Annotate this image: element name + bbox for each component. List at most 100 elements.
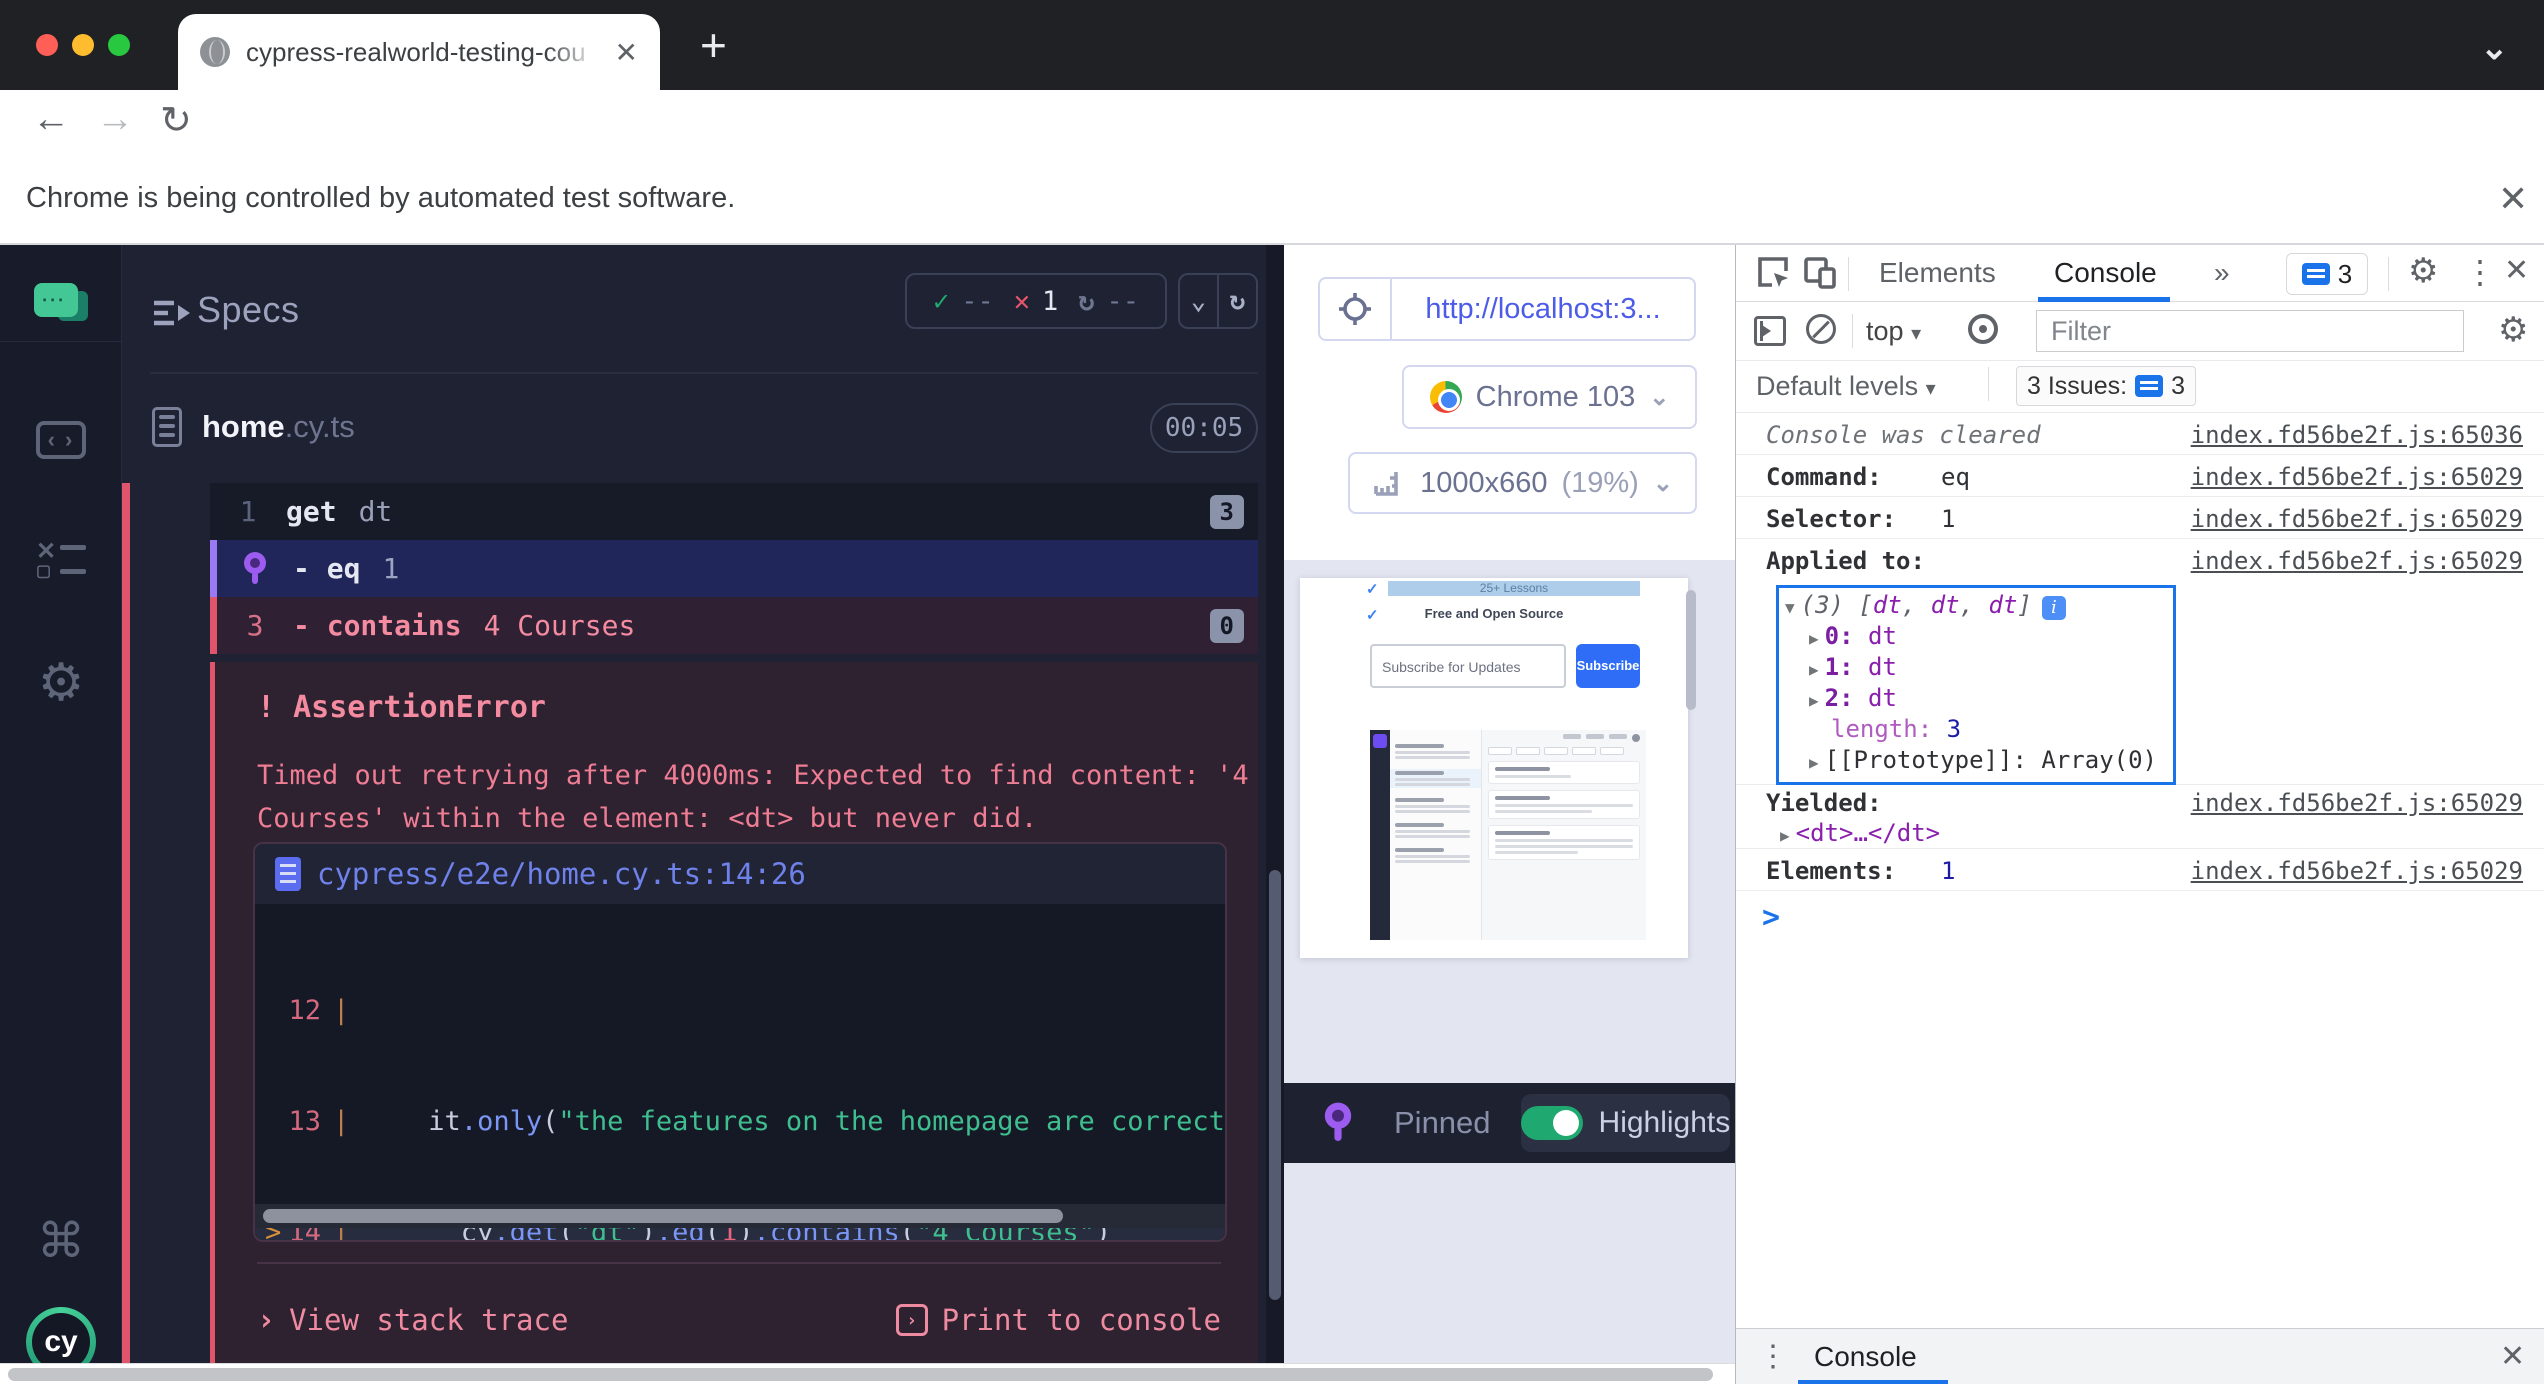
cypress-reporter: Specs ✓ -- ✕ 1 ↻ -- ⌄ ↻ home.cy.ts 00:05 (122, 245, 1266, 1384)
reporter-scrollbar-thumb[interactable] (1269, 870, 1281, 1300)
reload-button[interactable]: ↻ (160, 98, 192, 143)
more-tabs-icon[interactable]: » (2214, 257, 2230, 289)
triangle-right-icon[interactable]: ▶ (1809, 691, 1819, 710)
triangle-down-icon[interactable]: ▼ (1785, 598, 1795, 617)
context-selector[interactable]: top ▾ (1866, 316, 1921, 347)
new-tab-button[interactable]: + (700, 18, 727, 72)
triangle-right-icon[interactable]: ▶ (1780, 826, 1790, 845)
rerun-tests-button[interactable]: ↻ (1219, 275, 1256, 327)
triangle-right-icon[interactable]: ▶ (1809, 753, 1819, 772)
tab-elements[interactable]: Elements (1879, 257, 1996, 289)
snapshot-app-screenshot (1370, 730, 1646, 940)
device-toolbar-icon[interactable] (1802, 255, 1838, 291)
issues-count: 3 (2337, 258, 2353, 289)
highlights-toggle-pill[interactable]: Highlights (1520, 1094, 1731, 1152)
window-zoom-button[interactable] (108, 34, 130, 56)
browser-toolbar: ← → ↻ i localhost:3000/__/#/specs/runner… (0, 90, 2544, 239)
drawer-menu-icon[interactable]: ⋮ (1758, 1339, 1788, 1374)
dropdown-arrow-icon: ▾ (1925, 378, 1936, 400)
triangle-right-icon[interactable]: ▶ (1809, 629, 1819, 648)
array-item-row[interactable]: ▶ 0: dt (1785, 621, 2173, 652)
inspect-element-icon[interactable] (1756, 255, 1792, 291)
viewport-select[interactable]: 1000x660 (19%) ⌄ (1348, 452, 1697, 514)
live-expression-icon[interactable] (1968, 314, 1998, 344)
browser-select[interactable]: Chrome 103 ⌄ (1402, 365, 1697, 429)
failed-icon: ✕ (1013, 285, 1030, 317)
issues-count: 3 (2171, 371, 2185, 400)
log-levels-selector[interactable]: Default levels ▾ (1756, 371, 1936, 402)
source-link[interactable]: index.fd56be2f.js:65029 (2191, 463, 2523, 491)
command-row-eq-pinned[interactable]: - eq 1 (210, 540, 1258, 597)
console-settings-icon[interactable]: ⚙ (2498, 310, 2528, 350)
info-badge-icon[interactable]: i (2041, 596, 2066, 620)
forward-button[interactable]: → (96, 98, 134, 141)
view-stack-trace-button[interactable]: › View stack trace (257, 1303, 568, 1338)
chevron-right-icon: › (257, 1302, 276, 1338)
drawer-console-tab[interactable]: Console (1814, 1341, 1917, 1373)
yielded-node[interactable]: ▶ <dt>…</dt> (1780, 819, 1940, 847)
keyboard-shortcuts-icon[interactable]: ⌘ (0, 1213, 122, 1269)
issues-counter-chip[interactable]: 3 (2286, 253, 2368, 295)
aut-url[interactable]: http://localhost:3... (1392, 293, 1694, 326)
window-close-button[interactable] (36, 34, 58, 56)
banner-close-icon[interactable]: ✕ (2498, 178, 2528, 220)
print-to-console-button[interactable]: › Print to console (895, 1303, 1221, 1337)
sidebar-item-settings[interactable]: ⚙ (0, 653, 122, 713)
code-horizontal-scrollbar[interactable] (255, 1204, 1225, 1228)
sidebar-item-specs[interactable]: ‹ › (36, 421, 86, 459)
spec-ext: .cy.ts (284, 409, 355, 444)
code-line-12: 12 | (288, 995, 350, 1026)
page-scrollbar-thumb[interactable] (8, 1368, 1713, 1381)
code-scrollbar-thumb[interactable] (263, 1209, 1063, 1223)
automation-banner: Chrome is being controlled by automated … (0, 156, 2544, 245)
log-key: Command: (1766, 463, 1882, 491)
browsers-icon[interactable]: ∙∙∙ (34, 283, 88, 325)
failed-test-indicator (122, 483, 130, 1384)
snapshot-subscribe-input: Subscribe for Updates (1370, 644, 1566, 688)
sidebar-divider (0, 341, 122, 342)
code-frame-header[interactable]: cypress/e2e/home.cy.ts:14:26 (255, 844, 1225, 904)
code-line-13: 13 | it .only("the features on the homepag… (288, 1106, 1227, 1137)
triangle-right-icon[interactable]: ▶ (1809, 660, 1819, 679)
specs-menu-icon[interactable] (150, 295, 194, 331)
command-row-contains[interactable]: 3 - contains 4 Courses 0 (210, 597, 1258, 654)
spec-file-row[interactable]: home.cy.ts 00:05 (122, 393, 1266, 469)
highlights-toggle[interactable] (1520, 1106, 1583, 1140)
page-horizontal-scrollbar[interactable] (0, 1363, 1735, 1384)
source-link[interactable]: index.fd56be2f.js:65029 (2191, 547, 2523, 575)
console-sidebar-icon[interactable] (1754, 316, 1786, 346)
window-minimize-button[interactable] (72, 34, 94, 56)
collapse-all-button[interactable]: ⌄ (1180, 275, 1219, 327)
array-preview-row[interactable]: ▼ (3) [dt, dt, dt] i (1785, 590, 2173, 621)
source-link[interactable]: index.fd56be2f.js:65029 (2191, 857, 2523, 885)
source-link[interactable]: index.fd56be2f.js:65029 (2191, 789, 2523, 817)
array-item-row[interactable]: ▶ 1: dt (1785, 652, 2173, 683)
source-link[interactable]: index.fd56be2f.js:65029 (2191, 505, 2523, 533)
browser-tab[interactable]: cypress-realworld-testing-cou ✕ (178, 14, 660, 90)
tab-console[interactable]: Console (2054, 257, 2157, 289)
back-button[interactable]: ← (32, 98, 70, 141)
devtools-close-icon[interactable]: ✕ (2504, 253, 2529, 288)
source-link[interactable]: index.fd56be2f.js:65036 (2191, 421, 2523, 449)
snapshot-scrollbar[interactable] (1686, 585, 1698, 955)
console-filter-input[interactable]: Filter (2036, 310, 2464, 352)
log-key: Selector: (1766, 505, 1897, 533)
array-item-row[interactable]: ▶ 2: dt (1785, 683, 2173, 714)
drawer-close-icon[interactable]: ✕ (2500, 1339, 2525, 1374)
clear-console-icon[interactable] (1806, 314, 1836, 344)
console-prompt-icon[interactable]: > (1762, 900, 1780, 935)
array-prototype-row[interactable]: ▶ [[Prototype]]: Array(0) (1785, 745, 2173, 776)
snapshot-scrollbar-thumb[interactable] (1686, 590, 1696, 710)
error-message-line2: Courses' within the element: <dt> but ne… (257, 803, 1038, 834)
sidebar-item-runs[interactable]: ✕ ▢ (36, 538, 86, 583)
command-count-badge: 3 (1209, 494, 1244, 529)
reporter-scrollbar[interactable] (1266, 245, 1284, 1384)
devtools-menu-icon[interactable]: ⋮ (2464, 253, 2496, 291)
devtools-settings-icon[interactable]: ⚙ (2408, 251, 2438, 291)
issues-button[interactable]: 3 Issues: 3 (2016, 366, 2196, 406)
aut-panel: http://localhost:3... Chrome 103 ⌄ 1000x… (1284, 245, 1774, 1384)
tab-search-chevron-icon[interactable]: ⌄ (2480, 28, 2509, 68)
tab-close-icon[interactable]: ✕ (615, 36, 638, 69)
selector-playground-button[interactable] (1320, 279, 1392, 339)
command-row-get[interactable]: 1 get dt 3 (210, 483, 1258, 540)
